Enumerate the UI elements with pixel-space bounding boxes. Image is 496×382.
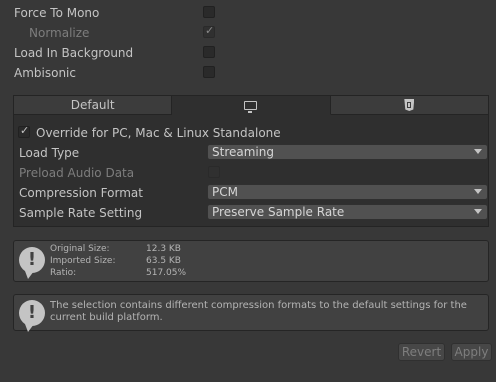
- chevron-down-icon: [474, 189, 482, 194]
- load-in-background-checkbox[interactable]: [203, 46, 215, 58]
- html5-icon: [404, 99, 415, 111]
- ratio-label: Ratio:: [50, 268, 77, 278]
- chevron-down-icon: [474, 149, 482, 154]
- sample-rate-setting-row: Sample Rate Setting Preserve Sample Rate: [0, 203, 496, 223]
- normalize-label: Normalize: [29, 26, 90, 40]
- load-type-label: Load Type: [19, 146, 80, 160]
- tab-webgl[interactable]: [330, 95, 489, 115]
- warning-icon: !: [19, 300, 45, 332]
- ratio-value: 517.05%: [146, 268, 187, 278]
- sample-rate-setting-dropdown[interactable]: Preserve Sample Rate: [207, 204, 488, 220]
- ambisonic-row: Ambisonic: [0, 63, 496, 83]
- preload-audio-data-checkbox[interactable]: [208, 166, 220, 178]
- revert-button[interactable]: Revert: [398, 343, 445, 361]
- platform-tabs: Default: [13, 95, 489, 115]
- compression-format-row: Compression Format PCM: [0, 183, 496, 203]
- load-in-background-label: Load In Background: [14, 46, 134, 60]
- load-in-background-row: Load In Background: [0, 43, 496, 63]
- load-type-row: Load Type Streaming: [0, 143, 496, 163]
- chevron-down-icon: [474, 209, 482, 214]
- load-type-dropdown[interactable]: Streaming: [207, 144, 488, 160]
- original-size-value: 12.3 KB: [146, 244, 181, 254]
- sample-rate-setting-value: Preserve Sample Rate: [212, 205, 345, 219]
- override-row: ✓ Override for PC, Mac & Linux Standalon…: [0, 123, 496, 143]
- apply-button[interactable]: Apply: [451, 343, 492, 361]
- normalize-row: Normalize ✓: [0, 23, 496, 43]
- force-to-mono-checkbox[interactable]: [203, 6, 215, 18]
- monitor-icon: [244, 100, 258, 113]
- audio-import-settings-panel: Force To Mono Normalize ✓ Load In Backgr…: [0, 0, 496, 382]
- checkmark-icon: ✓: [20, 124, 30, 137]
- compression-warning-text: The selection contains different compres…: [50, 300, 467, 323]
- ambisonic-checkbox[interactable]: [203, 66, 215, 78]
- compression-warning-box: ! The selection contains different compr…: [13, 294, 489, 332]
- compression-format-dropdown[interactable]: PCM: [207, 184, 488, 200]
- sample-rate-setting-label: Sample Rate Setting: [19, 206, 143, 220]
- force-to-mono-label: Force To Mono: [14, 6, 100, 20]
- force-to-mono-row: Force To Mono: [0, 3, 496, 23]
- imported-size-value: 63.5 KB: [146, 256, 181, 266]
- tab-default[interactable]: Default: [13, 95, 173, 115]
- override-label: Override for PC, Mac & Linux Standalone: [36, 126, 281, 140]
- imported-size-label: Imported Size:: [50, 256, 116, 266]
- original-size-label: Original Size:: [50, 244, 110, 254]
- preload-audio-data-label: Preload Audio Data: [19, 166, 135, 180]
- checkmark-icon: ✓: [205, 24, 215, 37]
- load-type-value: Streaming: [212, 145, 274, 159]
- tab-default-label: Default: [70, 98, 115, 112]
- compression-format-value: PCM: [212, 185, 238, 199]
- preload-audio-data-row: Preload Audio Data: [0, 163, 496, 183]
- ambisonic-label: Ambisonic: [14, 66, 76, 80]
- compression-format-label: Compression Format: [19, 186, 143, 200]
- override-checkbox[interactable]: ✓: [18, 124, 30, 138]
- size-info-box: ! Original Size: 12.3 KB Imported Size: …: [13, 240, 489, 282]
- normalize-checkbox[interactable]: ✓: [203, 24, 215, 38]
- tab-standalone[interactable]: [172, 95, 331, 115]
- warning-icon: !: [19, 247, 45, 279]
